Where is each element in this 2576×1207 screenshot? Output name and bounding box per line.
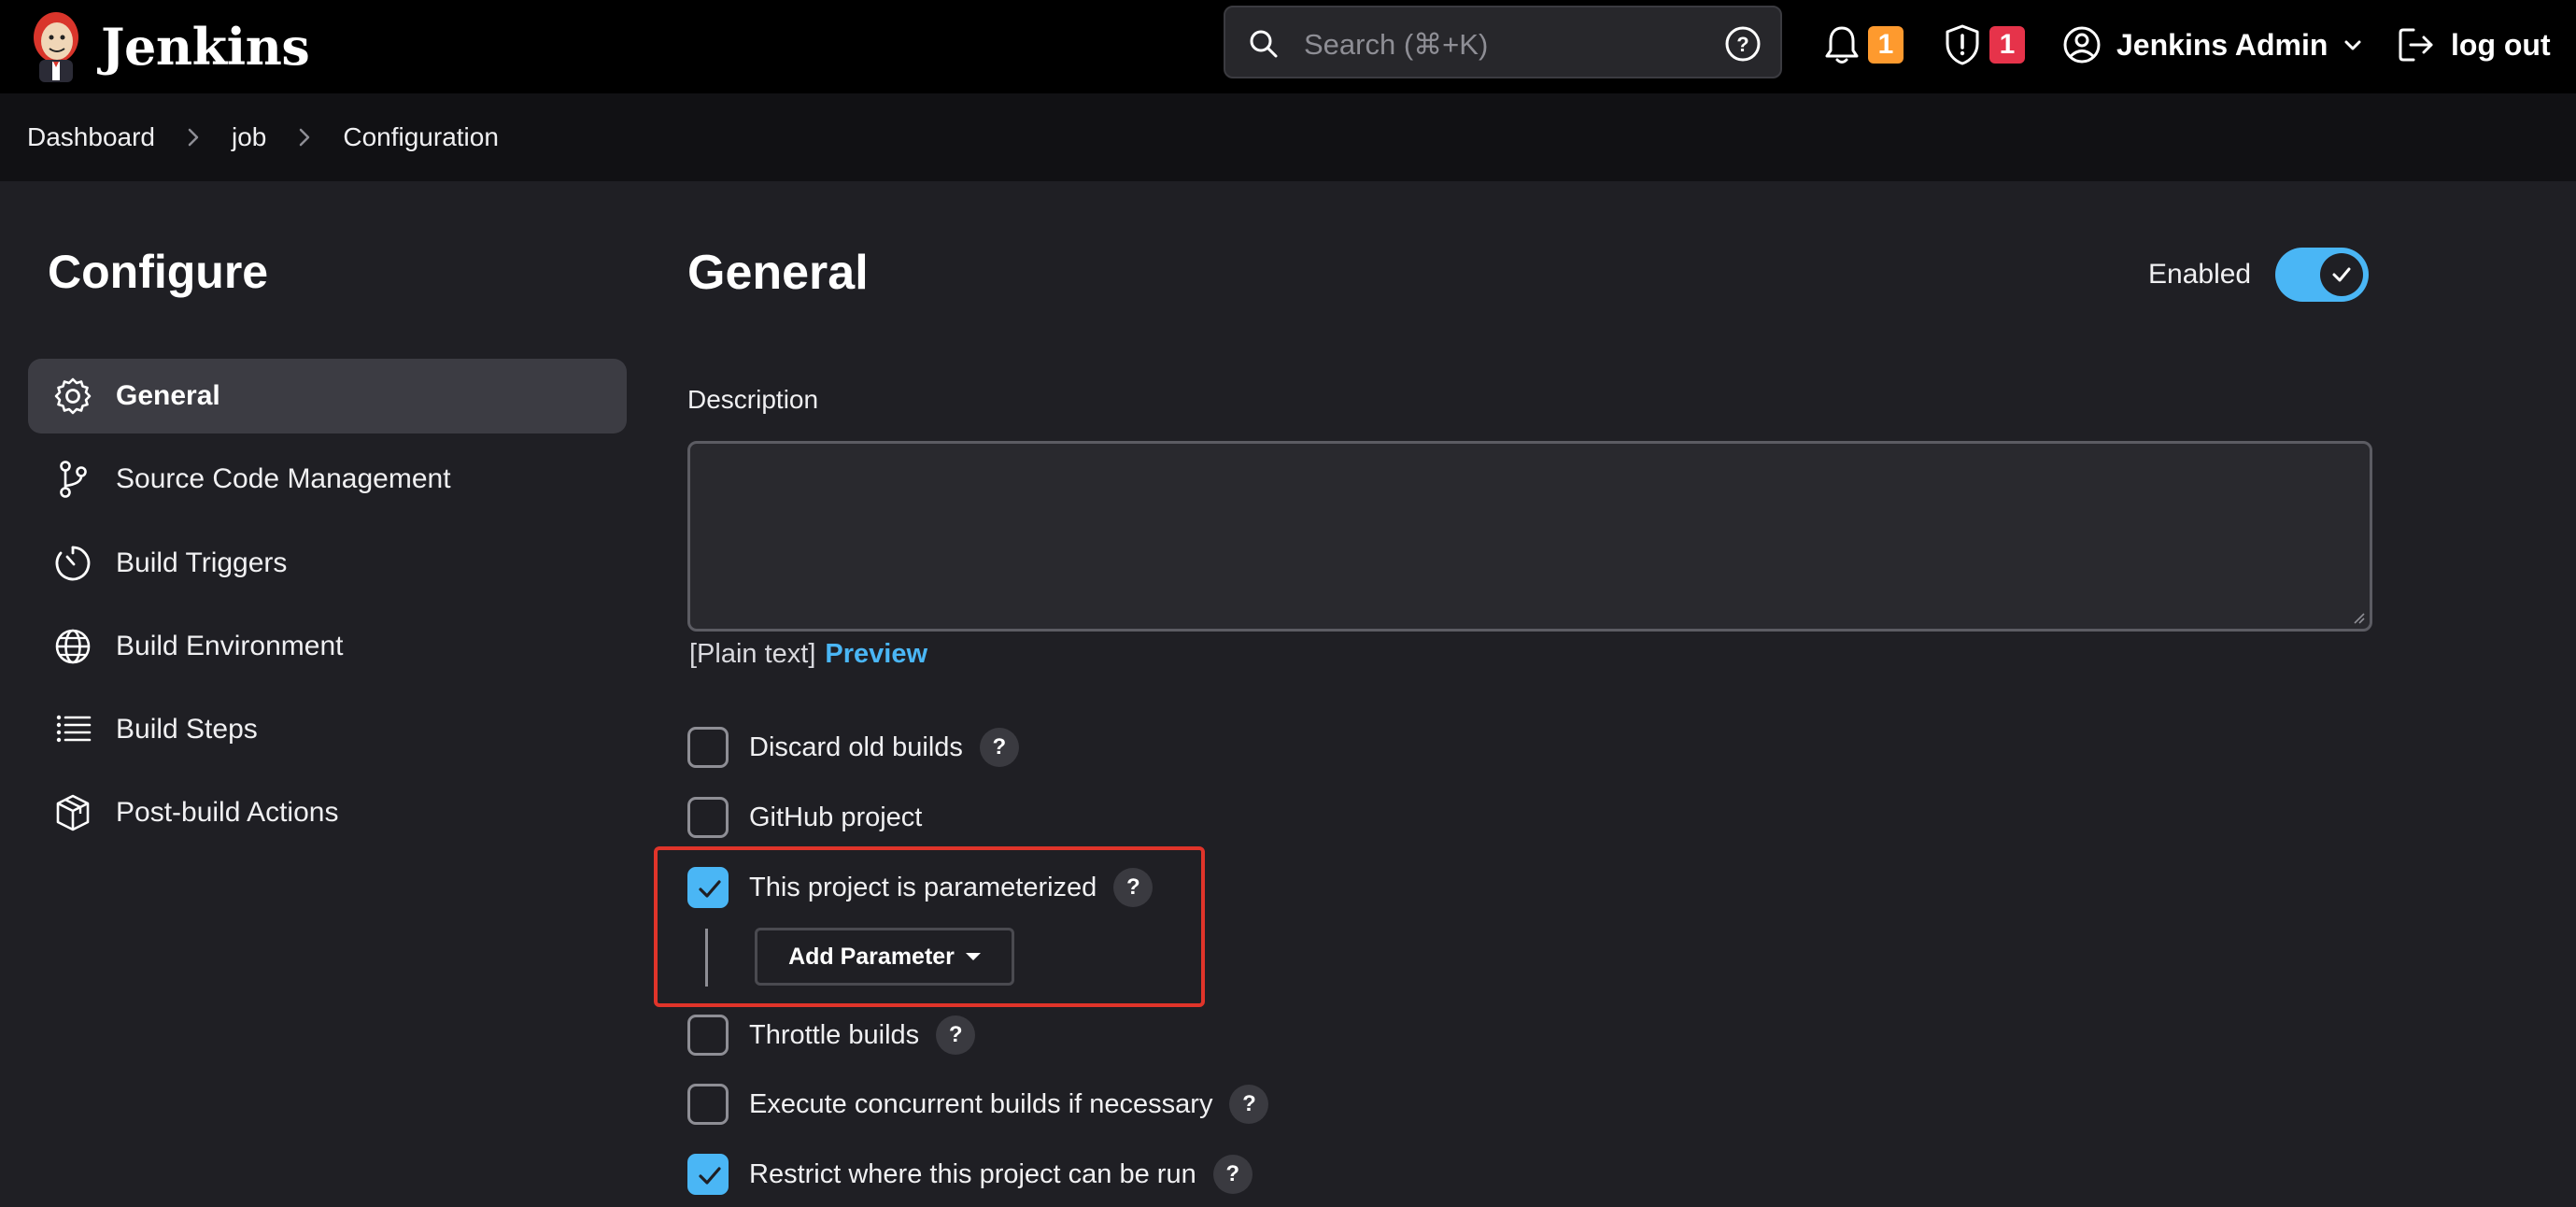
section-title: General [687, 246, 869, 300]
description-label: Description [687, 385, 819, 414]
shield-icon [1946, 24, 1979, 65]
option-throttle-builds: Throttle builds ? [687, 1014, 976, 1057]
chevron-down-icon [2344, 40, 2361, 50]
enabled-switch[interactable]: Enabled [2148, 247, 2370, 303]
breadcrumb-dashboard[interactable]: Dashboard [27, 122, 155, 152]
markup-format-label: [Plain text] [689, 639, 816, 669]
breadcrumb: Dashboard job Configuration [0, 93, 2576, 181]
chevron-right-icon [188, 128, 199, 147]
add-parameter-label: Add Parameter [788, 943, 955, 970]
sidebar-item-post-build-actions[interactable]: Post-build Actions [28, 775, 627, 850]
option-github-project: GitHub project [687, 796, 922, 839]
svg-text:?: ? [1736, 33, 1748, 56]
help-icon[interactable]: ? [1724, 25, 1762, 63]
sidebar-title: Configure [48, 246, 269, 298]
branch-icon [60, 461, 87, 498]
sidebar-item-build-steps[interactable]: Build Steps [28, 692, 627, 767]
resize-handle-icon[interactable] [2351, 610, 2366, 625]
help-button[interactable]: ? [1212, 1155, 1253, 1194]
timer-icon [55, 546, 91, 581]
globe-icon [55, 629, 91, 664]
concurrent-builds-checkbox[interactable] [687, 1084, 729, 1125]
restrict-where-run-checkbox[interactable] [687, 1154, 729, 1195]
option-label: GitHub project [749, 802, 923, 832]
throttle-builds-checkbox[interactable] [687, 1015, 729, 1056]
chevron-right-icon [300, 128, 310, 147]
security-button[interactable]: 1 [1943, 19, 2025, 71]
option-parameterized: This project is parameterized ? [687, 866, 1154, 909]
user-icon [2063, 26, 2101, 64]
gear-icon [54, 377, 92, 415]
breadcrumb-configuration[interactable]: Configuration [343, 122, 499, 152]
option-label: Execute concurrent builds if necessary [749, 1088, 1213, 1119]
jenkins-logo-icon [34, 12, 78, 82]
enabled-label: Enabled [2148, 259, 2252, 290]
sidebar-item-general[interactable]: General [28, 359, 627, 433]
sidebar-item-build-environment[interactable]: Build Environment [28, 609, 627, 684]
option-label: This project is parameterized [749, 872, 1097, 902]
sidebar-item-label: Build Triggers [116, 547, 288, 578]
description-textarea[interactable] [687, 441, 2372, 632]
security-badge: 1 [1989, 26, 2025, 64]
home-link[interactable]: Jenkins [26, 6, 310, 88]
sidebar-item-label: Build Steps [116, 714, 258, 745]
github-project-checkbox[interactable] [687, 797, 729, 838]
option-concurrent-builds: Execute concurrent builds if necessary ? [687, 1083, 1269, 1126]
search-input[interactable]: Search (⌘+K) [1304, 28, 1488, 62]
help-button[interactable]: ? [1113, 868, 1154, 907]
sidebar-item-source-code-management[interactable]: Source Code Management [28, 442, 627, 517]
user-name: Jenkins Admin [2116, 27, 2328, 62]
sidebar-item-build-triggers[interactable]: Build Triggers [28, 526, 627, 601]
option-restrict-where-run: Restrict where this project can be run ? [687, 1153, 1253, 1196]
discard-old-builds-checkbox[interactable] [687, 727, 729, 768]
notifications-badge: 1 [1868, 26, 1904, 64]
breadcrumb-job[interactable]: job [232, 122, 266, 152]
notifications-button[interactable]: 1 [1823, 19, 1904, 71]
option-label: Discard old builds [749, 731, 963, 762]
help-button[interactable]: ? [936, 1015, 976, 1055]
brand-name: Jenkins [101, 17, 310, 77]
logout-link[interactable]: log out [2397, 19, 2551, 71]
option-label: Throttle builds [749, 1019, 920, 1050]
parameterized-checkbox[interactable] [687, 867, 729, 908]
sidebar-item-label: General [116, 380, 220, 411]
logout-icon [2399, 28, 2433, 62]
check-icon [2332, 267, 2351, 282]
option-discard-old-builds: Discard old builds ? [687, 726, 1019, 769]
toggle-knob [2320, 253, 2364, 296]
check-icon [699, 880, 721, 898]
caret-down-icon [965, 953, 981, 960]
package-icon [56, 794, 90, 831]
logout-label: log out [2451, 27, 2551, 62]
markup-format-row: [Plain text] Preview [689, 639, 927, 670]
top-header: Jenkins Search (⌘+K) ? 1 1 Jenkins Admin… [0, 0, 2576, 93]
help-button[interactable]: ? [979, 728, 1019, 767]
bell-icon [1825, 26, 1859, 64]
preview-link[interactable]: Preview [825, 639, 927, 670]
add-parameter-button[interactable]: Add Parameter [755, 928, 1014, 986]
search-box[interactable]: Search (⌘+K) ? [1224, 6, 1782, 78]
sidebar-item-label: Post-build Actions [116, 797, 339, 828]
list-icon [56, 715, 92, 743]
check-icon [699, 1167, 721, 1185]
enabled-toggle[interactable] [2275, 248, 2370, 302]
user-menu[interactable]: Jenkins Admin [2062, 19, 2363, 71]
help-button[interactable]: ? [1229, 1085, 1269, 1124]
option-label: Restrict where this project can be run [749, 1158, 1196, 1189]
sidebar-item-label: Source Code Management [116, 463, 451, 494]
search-icon [1250, 30, 1278, 58]
nested-indicator [705, 929, 708, 987]
sidebar-item-label: Build Environment [116, 631, 344, 661]
